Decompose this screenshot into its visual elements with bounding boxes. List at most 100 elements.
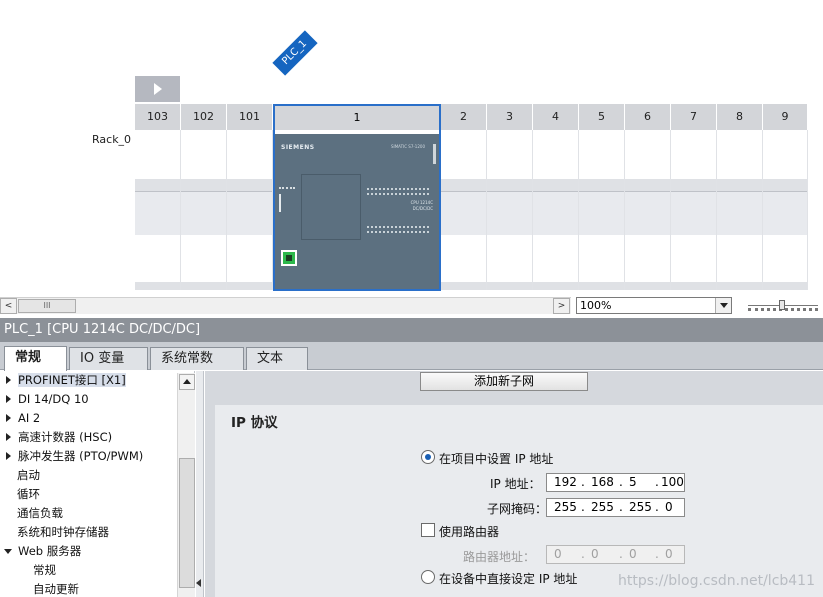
zoom-slider-knob[interactable] bbox=[779, 300, 785, 310]
panel-splitter[interactable] bbox=[196, 371, 204, 597]
expand-arrow-icon[interactable] bbox=[6, 395, 11, 403]
rack-slot-103[interactable]: 103 bbox=[135, 104, 181, 290]
section-title: IP 协议 bbox=[231, 415, 278, 431]
router-octet-3: 0 bbox=[629, 547, 637, 561]
rack-slot-8[interactable]: 8 bbox=[717, 104, 763, 290]
device-view[interactable]: PLC_1 Rack_0 103 102 101 2 3 4 5 6 7 8 9 1 SIEMENS… bbox=[0, 0, 823, 296]
play-arrow-icon bbox=[154, 83, 162, 95]
inspector-tabbar: 常规 IO 变量 系统常数 文本 bbox=[0, 342, 823, 371]
slot-band bbox=[579, 282, 624, 290]
tab-texts[interactable]: 文本 bbox=[246, 347, 308, 370]
scroll-right-button[interactable]: > bbox=[553, 298, 570, 314]
zoom-slider[interactable] bbox=[748, 297, 818, 314]
tree-item[interactable]: 自动更新 bbox=[0, 580, 79, 597]
tree-item[interactable]: 循环 bbox=[0, 485, 40, 504]
ip-dot: . bbox=[655, 475, 659, 489]
ethernet-port-icon[interactable] bbox=[281, 250, 297, 266]
rack-slot-9[interactable]: 9 bbox=[763, 104, 808, 290]
slot-body bbox=[763, 130, 808, 290]
tree-item[interactable]: DI 14/DQ 10 bbox=[0, 390, 89, 409]
tree-item-label: 启动 bbox=[17, 468, 40, 482]
cpu-brand: SIEMENS bbox=[281, 144, 315, 151]
tree-vertical-scrollbar[interactable] bbox=[177, 373, 195, 597]
ip-octet-4: 100 bbox=[661, 475, 684, 489]
slot-header-2: 2 bbox=[441, 104, 487, 130]
rack-slot-5[interactable]: 5 bbox=[579, 104, 625, 290]
horizontal-scrollbar[interactable]: < III > bbox=[0, 297, 571, 314]
tree-item[interactable]: AI 2 bbox=[0, 409, 40, 428]
slot-body bbox=[181, 130, 227, 290]
tree-item[interactable]: 高速计数器 (HSC) bbox=[0, 428, 112, 447]
slot-band bbox=[441, 179, 486, 191]
slot-band bbox=[181, 191, 226, 235]
slot-body bbox=[227, 130, 273, 290]
expand-rack-button[interactable] bbox=[135, 76, 180, 102]
slot-body bbox=[579, 130, 625, 290]
slot-header-5: 5 bbox=[579, 104, 625, 130]
use-router-checkbox[interactable] bbox=[421, 523, 435, 537]
expand-arrow-icon[interactable] bbox=[6, 433, 11, 441]
rack-slot-4[interactable]: 4 bbox=[533, 104, 579, 290]
set-ip-in-project-label: 在项目中设置 IP 地址 bbox=[439, 452, 554, 466]
tab-general[interactable]: 常规 bbox=[4, 346, 67, 371]
property-tree: PROFINET接口 [X1] DI 14/DQ 10 AI 2 高速计数器 (HSC… bbox=[0, 371, 195, 597]
tree-item[interactable]: Web 服务器 bbox=[0, 542, 81, 561]
add-new-subnet-button[interactable]: 添加新子网 bbox=[420, 372, 588, 391]
expand-arrow-icon[interactable] bbox=[6, 414, 11, 422]
slot-band bbox=[533, 191, 578, 235]
cpu-module[interactable]: SIEMENS SIMATIC S7-1200 CPU 1214C DC/DC/… bbox=[275, 134, 439, 289]
slot-band bbox=[625, 179, 670, 191]
expand-arrow-icon[interactable] bbox=[6, 376, 11, 384]
tree-item[interactable]: 启动 bbox=[0, 466, 40, 485]
rack-slot-102[interactable]: 102 bbox=[181, 104, 227, 290]
scroll-left-button[interactable]: < bbox=[0, 298, 17, 314]
device-tag[interactable]: PLC_1 bbox=[272, 30, 318, 76]
set-ip-in-project-radio[interactable] bbox=[421, 450, 435, 464]
slot-header-102: 102 bbox=[181, 104, 227, 130]
scroll-up-button[interactable] bbox=[179, 374, 195, 390]
tree-item-label: 循环 bbox=[17, 487, 40, 501]
slot-band bbox=[135, 191, 180, 235]
subnet-mask-field[interactable]: 255 . 255 . 255 . 0 bbox=[546, 498, 685, 517]
slot-header-101: 101 bbox=[227, 104, 273, 130]
collapse-arrow-icon[interactable] bbox=[4, 548, 12, 554]
rack-slot-101[interactable]: 101 bbox=[227, 104, 273, 290]
slot-header-8: 8 bbox=[717, 104, 763, 130]
slot-body bbox=[487, 130, 533, 290]
tree-scroll-thumb[interactable] bbox=[179, 458, 195, 588]
set-ip-on-device-radio[interactable] bbox=[421, 570, 435, 584]
expand-arrow-icon[interactable] bbox=[6, 452, 11, 460]
slot-band bbox=[441, 191, 486, 235]
slot-band bbox=[227, 282, 272, 290]
slot-header-6: 6 bbox=[625, 104, 671, 130]
tree-item[interactable]: 系统和时钟存储器 bbox=[0, 523, 109, 542]
tab-system-constants[interactable]: 系统常数 bbox=[150, 347, 244, 370]
ip-address-field[interactable]: 192 . 168 . 5 . 100 bbox=[546, 473, 685, 492]
router-octet-2: 0 bbox=[591, 547, 599, 561]
ip-octet-2: 168 bbox=[591, 475, 614, 489]
tree-item-label: 通信负载 bbox=[17, 506, 63, 520]
tab-io-tags[interactable]: IO 变量 bbox=[69, 347, 148, 370]
rack-slot-2[interactable]: 2 bbox=[441, 104, 487, 290]
slot-band bbox=[763, 282, 807, 290]
tree-item[interactable]: 常规 bbox=[0, 561, 56, 580]
properties-panel: 添加新子网 IP 协议 在项目中设置 IP 地址 IP 地址： 192 . 16… bbox=[205, 371, 823, 597]
rack-slot-3[interactable]: 3 bbox=[487, 104, 533, 290]
cpu-io-row-input bbox=[367, 188, 429, 190]
router-address-field[interactable]: 0 . 0 . 0 . 0 bbox=[546, 545, 685, 564]
rack-slot-7[interactable]: 7 bbox=[671, 104, 717, 290]
cpu-model-label: SIMATIC S7-1200 bbox=[391, 144, 425, 149]
tree-item[interactable]: 通信负载 bbox=[0, 504, 63, 523]
mask-octet-2: 255 bbox=[591, 500, 614, 514]
ip-octet-1: 192 bbox=[554, 475, 577, 489]
slot-band bbox=[227, 179, 272, 191]
tree-item[interactable]: PROFINET接口 [X1] bbox=[0, 371, 126, 390]
tree-item[interactable]: 脉冲发生器 (PTO/PWM) bbox=[0, 447, 143, 466]
rack-slot-6[interactable]: 6 bbox=[625, 104, 671, 290]
zoom-select[interactable]: 100% bbox=[576, 297, 732, 314]
chevron-down-icon[interactable] bbox=[715, 298, 731, 313]
ip-address-label: IP 地址： bbox=[490, 477, 541, 491]
router-octet-4: 0 bbox=[665, 547, 673, 561]
slot-band bbox=[579, 179, 624, 191]
scroll-thumb[interactable]: III bbox=[18, 299, 76, 313]
